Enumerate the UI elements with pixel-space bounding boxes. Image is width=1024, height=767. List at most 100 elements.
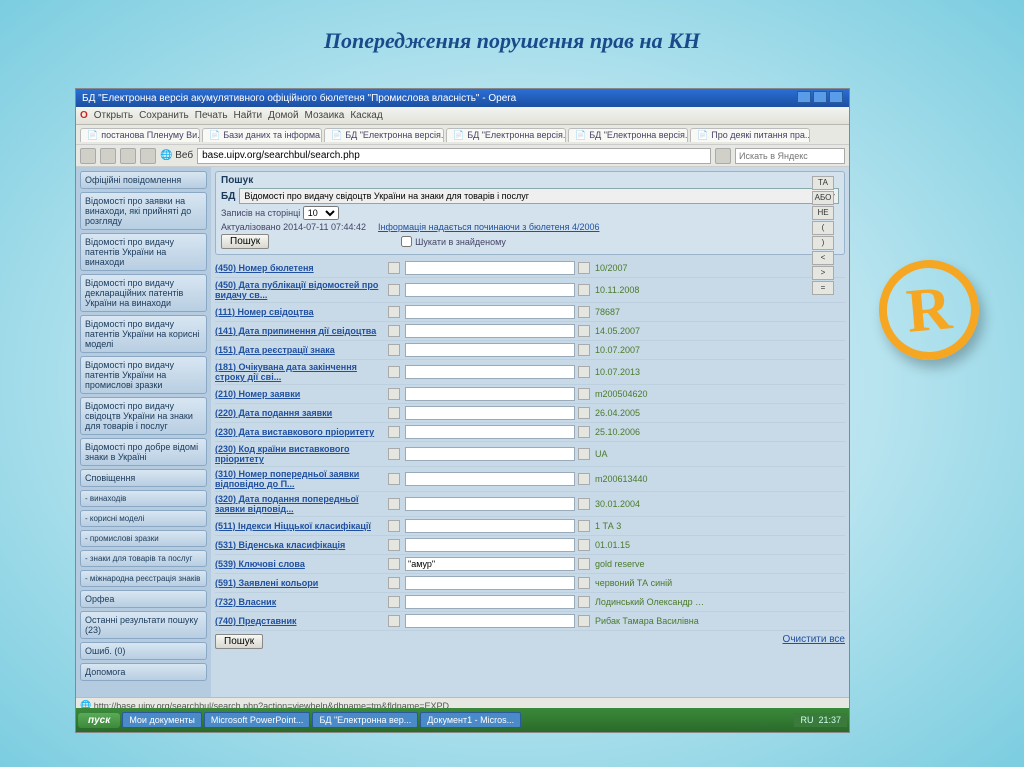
help-icon[interactable] (578, 520, 590, 532)
menu-home[interactable]: Домой (268, 110, 298, 121)
copy-icon[interactable] (388, 306, 400, 318)
menu-open[interactable]: Открыть (94, 110, 133, 121)
taskbar-item[interactable]: БД "Електронна вер... (312, 712, 418, 728)
copy-icon[interactable] (388, 448, 400, 460)
menu-print[interactable]: Печать (195, 110, 228, 121)
copy-icon[interactable] (388, 498, 400, 510)
field-input[interactable] (405, 595, 575, 609)
copy-icon[interactable] (388, 284, 400, 296)
help-icon[interactable] (578, 615, 590, 627)
browser-tab[interactable]: 📄Бази даних та інформа...× (202, 128, 322, 142)
field-input[interactable] (405, 425, 575, 439)
help-icon[interactable] (578, 325, 590, 337)
field-input[interactable] (405, 472, 575, 486)
help-icon[interactable] (578, 388, 590, 400)
copy-icon[interactable] (388, 473, 400, 485)
help-icon[interactable] (578, 498, 590, 510)
copy-icon[interactable] (388, 558, 400, 570)
help-icon[interactable] (578, 473, 590, 485)
field-input[interactable] (405, 261, 575, 275)
help-icon[interactable] (578, 284, 590, 296)
forward-button[interactable] (100, 148, 116, 164)
field-input[interactable] (405, 365, 575, 379)
browser-tab[interactable]: 📄БД "Електронна версія...× (324, 128, 444, 142)
operator-button[interactable]: НЕ (812, 206, 834, 220)
help-icon[interactable] (578, 262, 590, 274)
sidebar-item[interactable]: Відомості про заявки на винаходи, які пр… (80, 192, 207, 230)
menu-save[interactable]: Сохранить (139, 110, 189, 121)
sidebar-item[interactable]: Відомості про добре відомі знаки в Украї… (80, 438, 207, 466)
field-input[interactable] (405, 324, 575, 338)
taskbar-item[interactable]: Microsoft PowerPoint... (204, 712, 311, 728)
field-input[interactable] (405, 557, 575, 571)
db-select[interactable]: Відомості про видачу свідоцтв України на… (239, 188, 839, 204)
copy-icon[interactable] (388, 577, 400, 589)
browser-tab[interactable]: 📄Про деякі питання пра...× (690, 128, 810, 142)
system-tray[interactable]: RU 21:37 (794, 713, 847, 727)
sidebar-item[interactable]: Останні результати пошуку (23) (80, 611, 207, 639)
field-input[interactable] (405, 614, 575, 628)
field-input[interactable] (405, 576, 575, 590)
sidebar-item[interactable]: Відомості про видачу патентів України на… (80, 356, 207, 394)
field-input[interactable] (405, 447, 575, 461)
back-button[interactable] (80, 148, 96, 164)
sidebar-item[interactable]: Офіційні повідомлення (80, 171, 207, 189)
field-input[interactable] (405, 538, 575, 552)
sidebar-subitem[interactable]: - промислові зразки (80, 530, 207, 547)
menu-find[interactable]: Найти (234, 110, 263, 121)
copy-icon[interactable] (388, 325, 400, 337)
browser-menubar[interactable]: O Открыть Сохранить Печать Найти Домой М… (76, 107, 849, 125)
copy-icon[interactable] (388, 615, 400, 627)
opera-icon[interactable]: O (80, 110, 88, 121)
copy-icon[interactable] (388, 539, 400, 551)
copy-icon[interactable] (388, 407, 400, 419)
search-engine-input[interactable] (735, 148, 845, 164)
sidebar-item[interactable]: Відомості про видачу свідоцтв України на… (80, 397, 207, 435)
operator-button[interactable]: > (812, 266, 834, 280)
stop-button[interactable] (140, 148, 156, 164)
help-icon[interactable] (578, 366, 590, 378)
help-icon[interactable] (578, 426, 590, 438)
help-icon[interactable] (578, 306, 590, 318)
search-in-found-checkbox[interactable]: Шукати в знайденому (401, 236, 506, 247)
sidebar-subitem[interactable]: - знаки для товарів та послуг (80, 550, 207, 567)
copy-icon[interactable] (388, 520, 400, 532)
help-icon[interactable] (578, 344, 590, 356)
sidebar-item[interactable]: Орфеа (80, 590, 207, 608)
help-icon[interactable] (578, 577, 590, 589)
sidebar-item[interactable]: Ошиб. (0) (80, 642, 207, 660)
field-input[interactable] (405, 497, 575, 511)
help-icon[interactable] (578, 596, 590, 608)
sidebar-item[interactable]: Відомості про видачу патентів України на… (80, 315, 207, 353)
field-input[interactable] (405, 519, 575, 533)
field-input[interactable] (405, 283, 575, 297)
copy-icon[interactable] (388, 596, 400, 608)
operator-button[interactable]: = (812, 281, 834, 295)
browser-tab[interactable]: 📄постанова Пленуму Ви...× (80, 128, 200, 142)
field-input[interactable] (405, 406, 575, 420)
search-button-top[interactable]: Пошук (221, 234, 269, 249)
field-input[interactable] (405, 343, 575, 357)
search-button-bottom[interactable]: Пошук (215, 634, 263, 649)
info-link[interactable]: Інформація надається починаючи з бюлетен… (378, 222, 599, 232)
copy-icon[interactable] (388, 344, 400, 356)
menu-tile[interactable]: Мозаика (305, 110, 345, 121)
sidebar-subitem[interactable]: - винаходів (80, 490, 207, 507)
copy-icon[interactable] (388, 388, 400, 400)
operator-button[interactable]: ( (812, 221, 834, 235)
field-input[interactable] (405, 387, 575, 401)
operator-button[interactable]: ) (812, 236, 834, 250)
operator-button[interactable]: АБО (812, 191, 834, 205)
go-button[interactable] (715, 148, 731, 164)
records-select[interactable]: 10 (303, 206, 339, 220)
help-icon[interactable] (578, 448, 590, 460)
help-icon[interactable] (578, 539, 590, 551)
browser-tab[interactable]: 📄БД "Електронна версія...× (446, 128, 566, 142)
taskbar-item[interactable]: Мои документы (122, 712, 202, 728)
browser-tab[interactable]: 📄БД "Електронна версія...× (568, 128, 688, 142)
help-icon[interactable] (578, 407, 590, 419)
url-input[interactable] (197, 148, 711, 164)
sidebar-item[interactable]: Відомості про видачу деклараційних патен… (80, 274, 207, 312)
sidebar-item[interactable]: Відомості про видачу патентів України на… (80, 233, 207, 271)
reload-button[interactable] (120, 148, 136, 164)
